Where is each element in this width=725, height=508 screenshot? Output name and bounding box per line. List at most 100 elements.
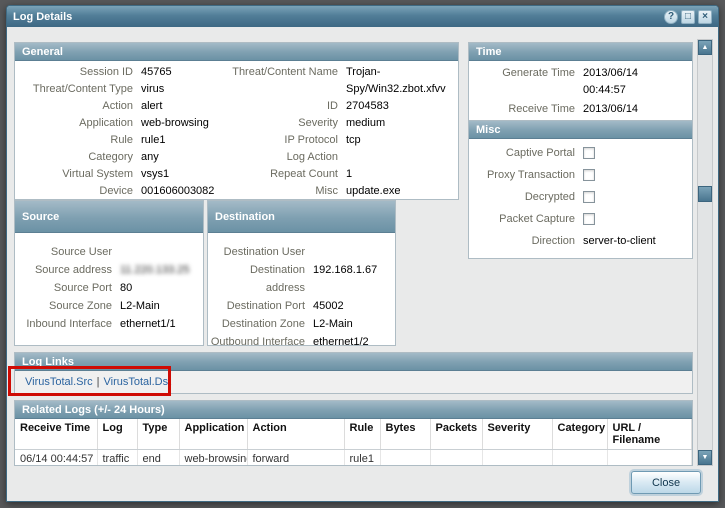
field-value bbox=[346, 149, 454, 166]
destination-panel-header: Destination bbox=[208, 201, 395, 233]
misc-panel-body: Captive Portal Proxy Transaction Decrypt… bbox=[469, 139, 692, 258]
field-label: Inbound Interface bbox=[17, 315, 120, 333]
screen: Log Details ? □ × General Session ID4576… bbox=[0, 0, 725, 508]
dialog-title: Log Details bbox=[13, 11, 664, 23]
field-label: Action bbox=[19, 98, 141, 115]
virustotal-dst-link[interactable]: VirusTotal.Dst bbox=[104, 376, 172, 388]
column-category[interactable]: Category bbox=[552, 419, 607, 450]
general-panel-body: Session ID45765 Threat/Content Typevirus… bbox=[15, 61, 458, 203]
field-value: 2704583 bbox=[346, 98, 454, 115]
help-icon[interactable]: ? bbox=[664, 10, 678, 24]
column-action[interactable]: Action bbox=[247, 419, 344, 450]
column-packets[interactable]: Packets bbox=[430, 419, 482, 450]
cell bbox=[430, 450, 482, 467]
table-header-row: Receive Time Log Type Application Action… bbox=[15, 419, 692, 450]
log-details-dialog: Log Details ? □ × General Session ID4576… bbox=[6, 5, 719, 502]
field-id: ID2704583 bbox=[225, 98, 454, 115]
scrollbar-thumb[interactable] bbox=[698, 186, 712, 202]
restore-icon[interactable]: □ bbox=[681, 10, 695, 24]
field-value: 1 bbox=[346, 166, 454, 183]
field-label: Rule bbox=[19, 132, 141, 149]
field-label: Threat/Content Name bbox=[225, 64, 346, 98]
close-button[interactable]: Close bbox=[631, 471, 701, 494]
cell: end bbox=[137, 450, 179, 467]
field-outbound-interface: Outbound Interfaceethernet1/2 bbox=[210, 333, 393, 351]
field-captive-portal: Captive Portal bbox=[473, 142, 688, 164]
cell bbox=[552, 450, 607, 467]
general-panel: General Session ID45765 Threat/Content T… bbox=[14, 42, 459, 200]
dialog-titlebar[interactable]: Log Details ? □ × bbox=[7, 6, 718, 27]
field-threat-content-name: Threat/Content NameTrojan-Spy/Win32.zbot… bbox=[225, 64, 454, 98]
field-action: Actionalert bbox=[19, 98, 225, 115]
column-application[interactable]: Application bbox=[179, 419, 247, 450]
general-panel-header: General bbox=[15, 43, 458, 61]
virustotal-src-link[interactable]: VirusTotal.Src bbox=[25, 376, 93, 388]
related-logs-table: Receive Time Log Type Application Action… bbox=[15, 419, 692, 466]
cell: traffic bbox=[97, 450, 137, 467]
field-session-id: Session ID45765 bbox=[19, 64, 225, 81]
field-device: Device001606003082 bbox=[19, 183, 225, 200]
field-decrypted: Decrypted bbox=[473, 186, 688, 208]
cell: web-browsing bbox=[179, 450, 247, 467]
field-destination-port: Destination Port45002 bbox=[210, 297, 393, 315]
field-label: Application bbox=[19, 115, 141, 132]
packet-capture-checkbox[interactable] bbox=[583, 213, 595, 225]
field-value: 80 bbox=[120, 279, 132, 297]
field-value: 001606003082 bbox=[141, 183, 214, 200]
source-address-redacted: 11.220.133.25 bbox=[120, 261, 190, 279]
column-bytes[interactable]: Bytes bbox=[380, 419, 430, 450]
field-label: Captive Portal bbox=[473, 145, 583, 162]
field-label: Category bbox=[19, 149, 141, 166]
scroll-down-icon[interactable]: ▼ bbox=[698, 450, 712, 465]
field-label: Misc bbox=[225, 183, 346, 200]
proxy-transaction-checkbox[interactable] bbox=[583, 169, 595, 181]
column-log[interactable]: Log bbox=[97, 419, 137, 450]
field-label: ID bbox=[225, 98, 346, 115]
cell bbox=[380, 450, 430, 467]
field-value: alert bbox=[141, 98, 162, 115]
column-rule[interactable]: Rule bbox=[344, 419, 380, 450]
cell: 06/14 00:44:57 bbox=[15, 450, 97, 467]
captive-portal-checkbox[interactable] bbox=[583, 147, 595, 159]
field-packet-capture: Packet Capture bbox=[473, 208, 688, 230]
link-separator: | bbox=[97, 376, 100, 388]
column-severity[interactable]: Severity bbox=[482, 419, 552, 450]
field-misc: Miscupdate.exe bbox=[225, 183, 454, 200]
field-value: virus bbox=[141, 81, 164, 98]
field-label: Outbound Interface bbox=[210, 333, 313, 351]
field-label: Destination User bbox=[210, 243, 313, 261]
source-panel: Source Source User Source address11.220.… bbox=[14, 200, 204, 346]
field-value: web-browsing bbox=[141, 115, 209, 132]
field-virtual-system: Virtual Systemvsys1 bbox=[19, 166, 225, 183]
source-panel-body: Source User Source address11.220.133.25 … bbox=[15, 233, 203, 333]
titlebar-controls: ? □ × bbox=[664, 10, 712, 24]
field-proxy-transaction: Proxy Transaction bbox=[473, 164, 688, 186]
cell: forward bbox=[247, 450, 344, 467]
field-label: Direction bbox=[473, 233, 583, 250]
field-value: any bbox=[141, 149, 159, 166]
related-logs-panel: Related Logs (+/- 24 Hours) Receive Time… bbox=[14, 400, 693, 466]
field-direction: Directionserver-to-client bbox=[473, 230, 688, 252]
column-type[interactable]: Type bbox=[137, 419, 179, 450]
field-value: L2-Main bbox=[313, 315, 353, 333]
log-links-panel-header: Log Links bbox=[15, 353, 692, 371]
destination-panel-body: Destination User Destination address192.… bbox=[208, 233, 395, 351]
field-value: 45002 bbox=[313, 297, 344, 315]
field-source-zone: Source ZoneL2-Main bbox=[17, 297, 201, 315]
field-label: Packet Capture bbox=[473, 211, 583, 228]
close-icon[interactable]: × bbox=[698, 10, 712, 24]
decrypted-checkbox[interactable] bbox=[583, 191, 595, 203]
field-label: Source Zone bbox=[17, 297, 120, 315]
related-logs-panel-header: Related Logs (+/- 24 Hours) bbox=[15, 401, 692, 419]
table-row[interactable]: 06/14 00:44:57 traffic end web-browsing … bbox=[15, 450, 692, 467]
field-generate-time: Generate Time2013/06/14 00:44:57 bbox=[473, 65, 688, 99]
field-label: Generate Time bbox=[473, 65, 583, 99]
scroll-up-icon[interactable]: ▲ bbox=[698, 40, 712, 55]
vertical-scrollbar[interactable]: ▲ ▼ bbox=[697, 39, 713, 466]
field-value: ethernet1/2 bbox=[313, 333, 369, 351]
column-url-filename[interactable]: URL / Filename bbox=[607, 419, 692, 450]
column-receive-time[interactable]: Receive Time bbox=[15, 419, 97, 450]
field-threat-content-type: Threat/Content Typevirus bbox=[19, 81, 225, 98]
field-label: Device bbox=[19, 183, 141, 200]
field-value: rule1 bbox=[141, 132, 165, 149]
